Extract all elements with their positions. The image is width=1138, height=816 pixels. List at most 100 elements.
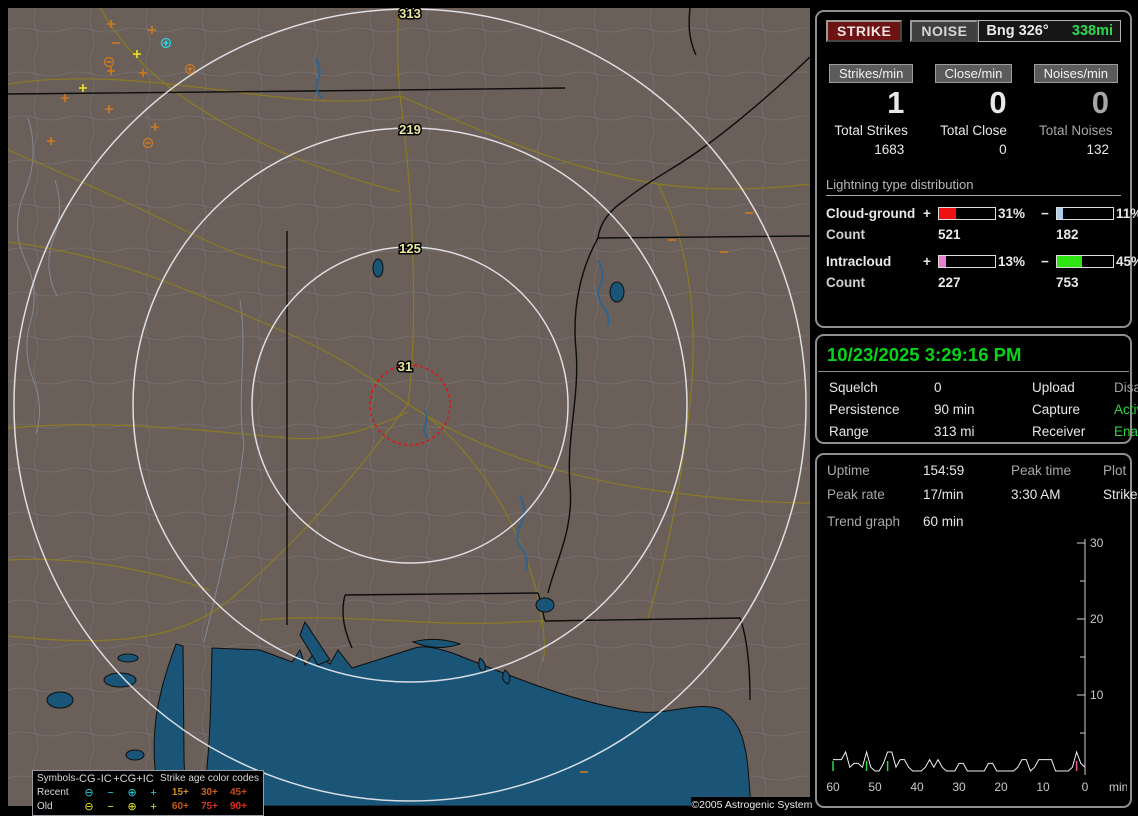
x-tick-50: 50 [868, 780, 882, 794]
legend-header-row: Symbols -CG -IC +CG +IC Strike age color… [37, 772, 259, 786]
cg-negative-pct: 11% [1116, 206, 1138, 221]
cg-positive-pct: 31% [998, 206, 1041, 221]
strike-stats-panel: STRIKE NOISE Bng 326° 338mi Strikes/min … [815, 10, 1132, 328]
intracloud-row: Intracloud + 13% − 45% [826, 254, 1121, 269]
peak-time-value: 3:30 AM [1011, 487, 1103, 502]
datetime-display: 10/23/2025 3:29:16 PM [817, 340, 1130, 371]
total-close-value: 0 [928, 142, 1018, 157]
ic-negative-bar [1056, 255, 1114, 268]
age-15: 15+ [172, 786, 201, 800]
peak-time-label: Peak time [1011, 463, 1103, 478]
minus-sign: − [1041, 206, 1056, 221]
uptime-label: Uptime [827, 463, 923, 478]
trend-x-tick-labels: 60 50 40 30 20 10 0 min [827, 780, 1127, 794]
legend-col-pos-ic: +IC [136, 772, 154, 786]
divider [818, 371, 1129, 372]
ic-positive-bar [938, 255, 996, 268]
plus-sign: + [923, 206, 938, 221]
capture-value: Active [1114, 402, 1138, 417]
cg-positive-count: 521 [938, 227, 998, 242]
total-close-label: Total Close [928, 123, 1018, 138]
status-sidebar: STRIKE NOISE Bng 326° 338mi Strikes/min … [812, 0, 1138, 812]
cloud-ground-label: Cloud-ground [826, 206, 923, 221]
trend-y-tick-labels: 30 20 10 [1090, 536, 1104, 702]
legend-recent-row: Recent ⊖ − ⊕ + 15+ 30+ 45+ [37, 786, 259, 800]
cg-negative-bar [1056, 207, 1114, 220]
trend-panel: Uptime 154:59 Peak time Plot Peak rate 1… [815, 453, 1132, 808]
map-legend: Symbols -CG -IC +CG +IC Strike age color… [32, 770, 264, 816]
persistence-value: 90 min [934, 402, 1032, 417]
copyright-text: ©2005 Astrogenic Systems [691, 797, 818, 814]
trend-line [833, 752, 1085, 771]
trend-graph-label: Trend graph [827, 514, 923, 529]
noises-per-min-value: 0 [1031, 85, 1121, 121]
strikes-per-min-header: Strikes/min [829, 64, 913, 83]
close-per-min-value: 0 [928, 85, 1018, 121]
plus-icon: + [143, 786, 165, 800]
ic-positive-count: 227 [938, 275, 998, 290]
age-30: 30+ [201, 786, 230, 800]
legend-col-neg-cg: -CG [75, 772, 95, 786]
count-label: Count [826, 275, 923, 290]
legend-age-title: Strike age color codes [160, 772, 259, 786]
bearing-readout: Bng 326° 338mi [978, 20, 1121, 42]
cloud-ground-count-row: Count 521 182 [826, 227, 1121, 242]
total-noises-value: 132 [1031, 142, 1121, 157]
bearing-distance: 338mi [1072, 23, 1113, 39]
x-axis-unit: min [1109, 780, 1127, 794]
squelch-value: 0 [934, 380, 1032, 395]
circle-plus-icon: ⊕ [121, 786, 143, 800]
noises-per-min-header: Noises/min [1034, 64, 1118, 83]
ic-positive-pct: 13% [998, 254, 1041, 269]
legend-col-neg-ic: -IC [96, 772, 114, 786]
upload-label: Upload [1032, 380, 1114, 395]
total-strikes-label: Total Strikes [826, 123, 916, 138]
strike-mode-button[interactable]: STRIKE [826, 20, 902, 42]
plot-label: Plot [1103, 463, 1138, 478]
trend-series-layer [833, 752, 1085, 771]
plus-sign: + [923, 254, 938, 269]
legend-recent-label: Recent [37, 786, 78, 800]
strikes-column: Strikes/min 1 Total Strikes 1683 [826, 64, 916, 157]
close-per-min-header: Close/min [935, 64, 1013, 83]
uptime-value: 154:59 [923, 463, 1011, 478]
map-canvas: 313 219 125 31 [8, 8, 810, 806]
bearing-label: Bng 326° [986, 23, 1048, 39]
trend-y-axis [1077, 539, 1085, 775]
cg-negative-count: 182 [1056, 227, 1116, 242]
cg-positive-bar [938, 207, 996, 220]
distribution-title: Lightning type distribution [826, 177, 1121, 196]
age-45: 45+ [230, 786, 259, 800]
cloud-ground-row: Cloud-ground + 31% − 11% [826, 206, 1121, 221]
peak-rate-value: 17/min [923, 487, 1011, 502]
ring-label-219: 219 [399, 122, 421, 137]
trend-window-value: 60 min [923, 514, 1120, 529]
y-tick-20: 20 [1090, 612, 1104, 626]
noise-mode-button[interactable]: NOISE [910, 20, 978, 42]
strikes-per-min-value: 1 [826, 85, 916, 121]
x-tick-10: 10 [1036, 780, 1050, 794]
trend-graph: 30 20 10 60 50 40 30 20 10 0 min [827, 535, 1127, 797]
x-tick-30: 30 [952, 780, 966, 794]
range-value: 313 mi [934, 424, 1032, 439]
minus-icon: − [100, 786, 122, 800]
intracloud-label: Intracloud [826, 254, 923, 269]
squelch-label: Squelch [829, 380, 934, 395]
capture-label: Capture [1032, 402, 1114, 417]
ic-negative-count: 753 [1056, 275, 1116, 290]
receiver-value: Enabled [1114, 424, 1138, 439]
system-status-panel: 10/23/2025 3:29:16 PM Squelch 0 Upload D… [815, 334, 1132, 444]
intracloud-count-row: Count 227 753 [826, 275, 1121, 290]
legend-symbols-title: Symbols [37, 772, 75, 786]
x-tick-40: 40 [910, 780, 924, 794]
upload-value: Disabled [1114, 380, 1138, 395]
receiver-label: Receiver [1032, 424, 1114, 439]
circle-minus-icon: ⊖ [78, 786, 100, 800]
strike-map[interactable]: 313 219 125 31 Symbols -CG -IC +CG +IC S… [8, 8, 810, 806]
total-noises-label: Total Noises [1031, 123, 1121, 138]
close-column: Close/min 0 Total Close 0 [928, 64, 1018, 157]
total-strikes-value: 1683 [826, 142, 916, 157]
legend-col-pos-cg: +CG [113, 772, 136, 786]
range-label: Range [829, 424, 934, 439]
x-tick-60: 60 [827, 780, 840, 794]
